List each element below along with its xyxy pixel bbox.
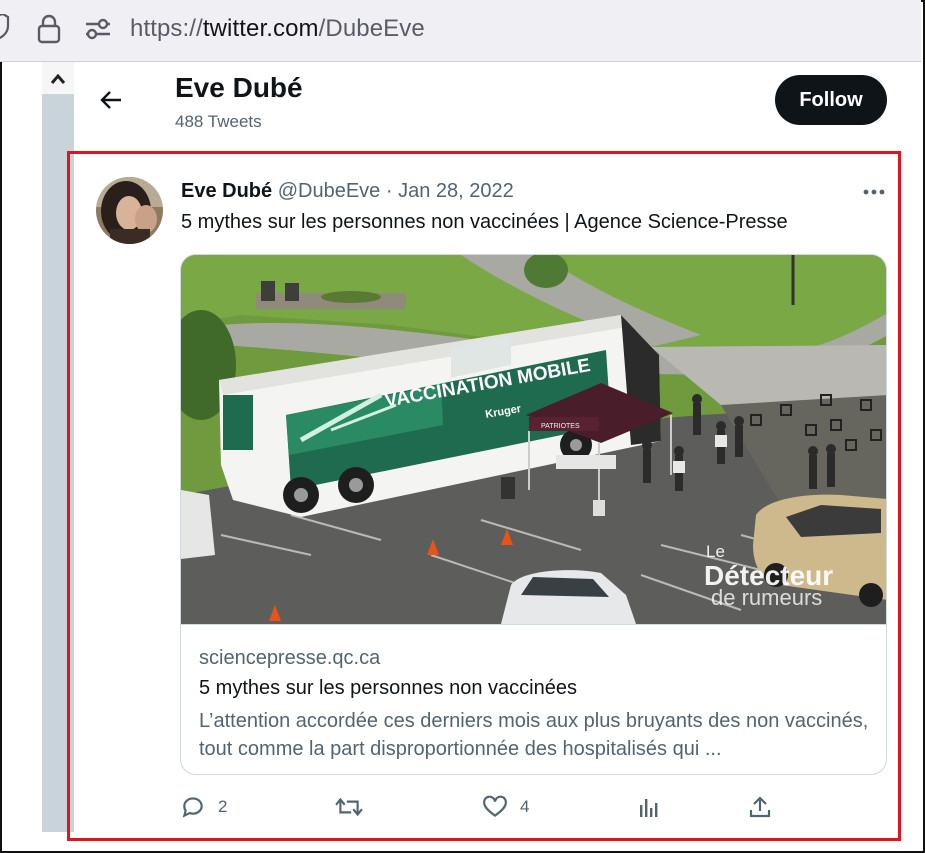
url-host: twitter.com bbox=[202, 15, 319, 42]
tent-text: PATRIOTES bbox=[541, 423, 580, 430]
tweet-text: 5 mythes sur les personnes non vaccinées… bbox=[181, 211, 788, 233]
follow-button[interactable]: Follow bbox=[775, 75, 887, 125]
scroll-up-button[interactable] bbox=[42, 64, 74, 94]
arrow-left-icon bbox=[100, 91, 121, 109]
share-icon bbox=[749, 796, 771, 818]
watermark-le: Le bbox=[706, 542, 725, 561]
card-description: L’attention accordée ces derniers mois a… bbox=[199, 710, 869, 760]
retweet-icon bbox=[335, 797, 363, 817]
more-button[interactable] bbox=[858, 180, 890, 204]
avatar[interactable] bbox=[96, 177, 163, 244]
url-prefix: https:// bbox=[130, 15, 203, 42]
more-dots-icon bbox=[863, 189, 885, 195]
reply-count: 2 bbox=[218, 797, 228, 816]
retweet-button[interactable] bbox=[335, 790, 375, 824]
tweet-count: 488 Tweets bbox=[175, 112, 262, 131]
profile-name: Eve Dubé bbox=[175, 72, 303, 103]
browser-url-bar: https://twitter.com/DubeEve bbox=[0, 0, 921, 62]
url-path: /DubeEve bbox=[318, 15, 425, 42]
scrollbar-thumb[interactable] bbox=[42, 94, 74, 832]
link-card[interactable]: VACCINATION MOBILE Kruger PATRIOTES Le D… bbox=[180, 254, 887, 775]
profile-header: Eve Dubé 488 Tweets Follow bbox=[75, 62, 909, 150]
card-body[interactable]: sciencepresse.qc.ca 5 mythes sur les per… bbox=[181, 624, 886, 774]
avatar-photo bbox=[96, 177, 163, 244]
shield-icon[interactable] bbox=[0, 14, 12, 40]
analytics-button[interactable] bbox=[637, 790, 661, 824]
back-button[interactable] bbox=[95, 84, 127, 116]
tweet-author-name[interactable]: Eve Dubé bbox=[181, 180, 272, 202]
url-text[interactable]: https://twitter.com/DubeEve bbox=[130, 15, 425, 43]
like-count: 4 bbox=[520, 797, 530, 816]
share-button[interactable] bbox=[748, 790, 772, 824]
tweet-author-meta[interactable]: @DubeEve · Jan 28, 2022 bbox=[278, 180, 514, 202]
lock-icon[interactable] bbox=[36, 14, 62, 44]
analytics-icon bbox=[640, 799, 658, 817]
tweet-author-line: Eve Dubé @DubeEve · Jan 28, 2022 bbox=[181, 180, 514, 203]
card-title: 5 mythes sur les personnes non vaccinées bbox=[199, 677, 577, 699]
heart-icon bbox=[483, 795, 507, 817]
reply-button[interactable]: 2 bbox=[180, 790, 227, 824]
tweet-actions: 2 4 bbox=[180, 790, 800, 824]
chevron-up-icon bbox=[50, 73, 66, 84]
like-button[interactable]: 4 bbox=[482, 790, 529, 824]
reply-icon bbox=[182, 797, 203, 818]
permissions-icon[interactable] bbox=[84, 16, 112, 42]
card-domain: sciencepresse.qc.ca bbox=[199, 647, 381, 669]
watermark-rumeurs: de rumeurs bbox=[711, 585, 822, 610]
card-image: VACCINATION MOBILE Kruger PATRIOTES Le D… bbox=[181, 255, 886, 624]
